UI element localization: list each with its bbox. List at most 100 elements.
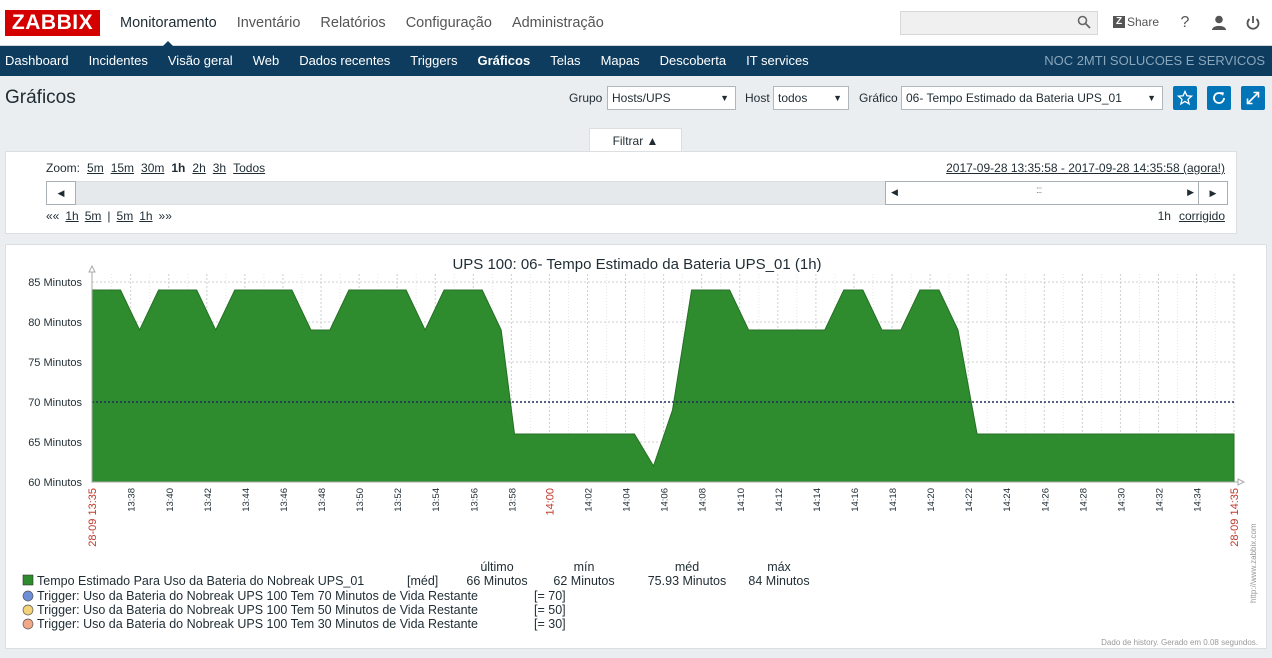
- trigger-legend-value: [= 70]: [534, 589, 566, 603]
- generated-footer: Dado de history. Gerado em 0.08 segundos…: [1101, 638, 1258, 647]
- period-fixed: 1h corrigido: [1158, 209, 1225, 223]
- group-select[interactable]: Hosts/UPS ▼: [607, 86, 736, 110]
- subnav-triggers[interactable]: Triggers: [400, 46, 467, 76]
- graph-label: Gráfico: [859, 91, 898, 105]
- x-tick-label: 14:14: [812, 488, 823, 512]
- zoom-30m[interactable]: 30m: [141, 161, 164, 175]
- x-tick-label: 13:50: [355, 488, 366, 512]
- x-tick-label: 14:32: [1154, 488, 1165, 512]
- zoom-2h[interactable]: 2h: [192, 161, 205, 175]
- legend-series-name: Tempo Estimado Para Uso da Bateria do No…: [37, 574, 364, 588]
- x-tick-label: 14:10: [736, 488, 747, 512]
- nav-separator: |: [107, 209, 111, 223]
- nav-monitoramento[interactable]: Monitoramento: [110, 0, 227, 47]
- period-from: 2017-09-28 13:35:58: [946, 161, 1058, 175]
- legend-header: méd: [675, 560, 699, 574]
- zoom-1h[interactable]: 1h: [171, 161, 185, 175]
- share-label: Share: [1127, 15, 1160, 29]
- search-icon[interactable]: [1077, 15, 1091, 29]
- zabbix-watermark: http://www.zabbix.com: [1249, 523, 1258, 603]
- nav-back-5m[interactable]: 5m: [85, 209, 102, 223]
- group-select-value: Hosts/UPS: [612, 91, 671, 105]
- fixed-toggle-link[interactable]: corrigido: [1179, 209, 1225, 223]
- search-input[interactable]: [901, 12, 1071, 34]
- y-tick-label: 70 Minutos: [28, 397, 82, 409]
- x-tick-label: 14:18: [888, 488, 899, 512]
- subnav-dashboard[interactable]: Dashboard: [0, 46, 79, 76]
- trigger-legend-icon: [22, 618, 34, 630]
- top-header: ZABBIX Monitoramento Inventário Relatóri…: [0, 0, 1272, 47]
- sub-nav: Dashboard Incidentes Visão geral Web Dad…: [0, 46, 1272, 76]
- zoom-todos[interactable]: Todos: [233, 161, 265, 175]
- zoom-3h[interactable]: 3h: [213, 161, 226, 175]
- logout-power-icon[interactable]: [1243, 13, 1263, 33]
- scroll-right-button[interactable]: ▶: [1198, 181, 1228, 205]
- zoom-5m[interactable]: 5m: [87, 161, 104, 175]
- page-title: Gráficos: [5, 87, 76, 108]
- search-box: [900, 11, 1098, 35]
- subnav-incidentes[interactable]: Incidentes: [79, 46, 158, 76]
- subnav-telas[interactable]: Telas: [540, 46, 590, 76]
- triangle-left-icon: ◀: [57, 188, 65, 198]
- subnav-graficos[interactable]: Gráficos: [467, 46, 540, 76]
- nav-relatorios[interactable]: Relatórios: [310, 0, 395, 46]
- legend-function: [méd]: [407, 574, 438, 588]
- graph-select[interactable]: 06- Tempo Estimado da Bateria UPS_01 ▼: [901, 86, 1163, 110]
- nav-fwd-all[interactable]: »»: [159, 209, 172, 223]
- subnav-mapas[interactable]: Mapas: [591, 46, 650, 76]
- filter-tab[interactable]: Filtrar ▲: [589, 128, 682, 152]
- fullscreen-icon: [1246, 91, 1260, 105]
- chevron-down-icon: ▼: [1147, 93, 1156, 103]
- x-tick-label: 14:28: [1078, 488, 1089, 512]
- zoom-15m[interactable]: 15m: [111, 161, 134, 175]
- x-tick-label: 28-09 14:35: [1229, 488, 1241, 547]
- zabbix-logo[interactable]: ZABBIX: [5, 10, 100, 36]
- scroll-left-button[interactable]: ◀: [46, 181, 76, 205]
- period-range[interactable]: 2017-09-28 13:35:58 - 2017-09-28 14:35:5…: [946, 161, 1225, 175]
- nav-inventario[interactable]: Inventário: [227, 0, 311, 46]
- help-icon[interactable]: ?: [1175, 13, 1195, 33]
- legend-value: 75.93 Minutos: [648, 574, 727, 588]
- handle-left-arrow-icon[interactable]: ◀: [891, 187, 898, 198]
- x-tick-label: 13:54: [431, 488, 442, 512]
- legend-swatch: [22, 574, 34, 586]
- timeline-handle[interactable]: ◀ ::: ▶: [885, 181, 1200, 205]
- nav-fwd-1h[interactable]: 1h: [139, 209, 152, 223]
- handle-right-arrow-icon[interactable]: ▶: [1187, 187, 1194, 198]
- favorite-button[interactable]: [1173, 86, 1197, 110]
- y-tick-label: 65 Minutos: [28, 437, 82, 449]
- subnav-web[interactable]: Web: [243, 46, 290, 76]
- subnav-dados-recentes[interactable]: Dados recentes: [289, 46, 400, 76]
- trigger-legend-value: [= 50]: [534, 603, 566, 617]
- host-select[interactable]: todos ▼: [773, 86, 849, 110]
- trigger-legend-name: Trigger: Uso da Bateria do Nobreak UPS 1…: [37, 617, 478, 631]
- timeline-scrollbar[interactable]: ◀ ◀ ::: ▶ ▶: [46, 181, 1228, 205]
- x-tick-label: 14:16: [850, 488, 861, 512]
- nav-configuracao[interactable]: Configuração: [396, 0, 502, 46]
- nav-administracao[interactable]: Administração: [502, 0, 614, 46]
- subnav-descoberta[interactable]: Descoberta: [650, 46, 736, 76]
- nav-back-1h[interactable]: 1h: [65, 209, 78, 223]
- chevron-down-icon: ▼: [833, 93, 842, 103]
- x-tick-label: 14:30: [1116, 488, 1127, 512]
- nav-back-all[interactable]: ««: [46, 209, 59, 223]
- share-button[interactable]: Z Share: [1113, 15, 1159, 29]
- refresh-button[interactable]: [1207, 86, 1231, 110]
- main-nav: Monitoramento Inventário Relatórios Conf…: [110, 0, 614, 47]
- graph-select-value: 06- Tempo Estimado da Bateria UPS_01: [906, 91, 1122, 105]
- x-tick-label: 14:12: [774, 488, 785, 512]
- trigger-legend-name: Trigger: Uso da Bateria do Nobreak UPS 1…: [37, 603, 478, 617]
- zoom-label: Zoom:: [46, 161, 81, 175]
- subnav-it-services[interactable]: IT services: [736, 46, 819, 76]
- fullscreen-button[interactable]: [1241, 86, 1265, 110]
- nav-fwd-5m[interactable]: 5m: [117, 209, 134, 223]
- x-tick-label: 13:58: [507, 488, 518, 512]
- graph-panel: UPS 100: 06- Tempo Estimado da Bateria U…: [5, 244, 1267, 649]
- x-tick-label: 14:24: [1002, 488, 1013, 512]
- share-z-icon: Z: [1113, 16, 1125, 28]
- graph-svg: UPS 100: 06- Tempo Estimado da Bateria U…: [22, 256, 1258, 647]
- user-profile-icon[interactable]: [1209, 13, 1229, 33]
- host-select-value: todos: [778, 91, 808, 105]
- subnav-visao-geral[interactable]: Visão geral: [158, 46, 243, 76]
- x-tick-label: 14:00: [544, 488, 556, 516]
